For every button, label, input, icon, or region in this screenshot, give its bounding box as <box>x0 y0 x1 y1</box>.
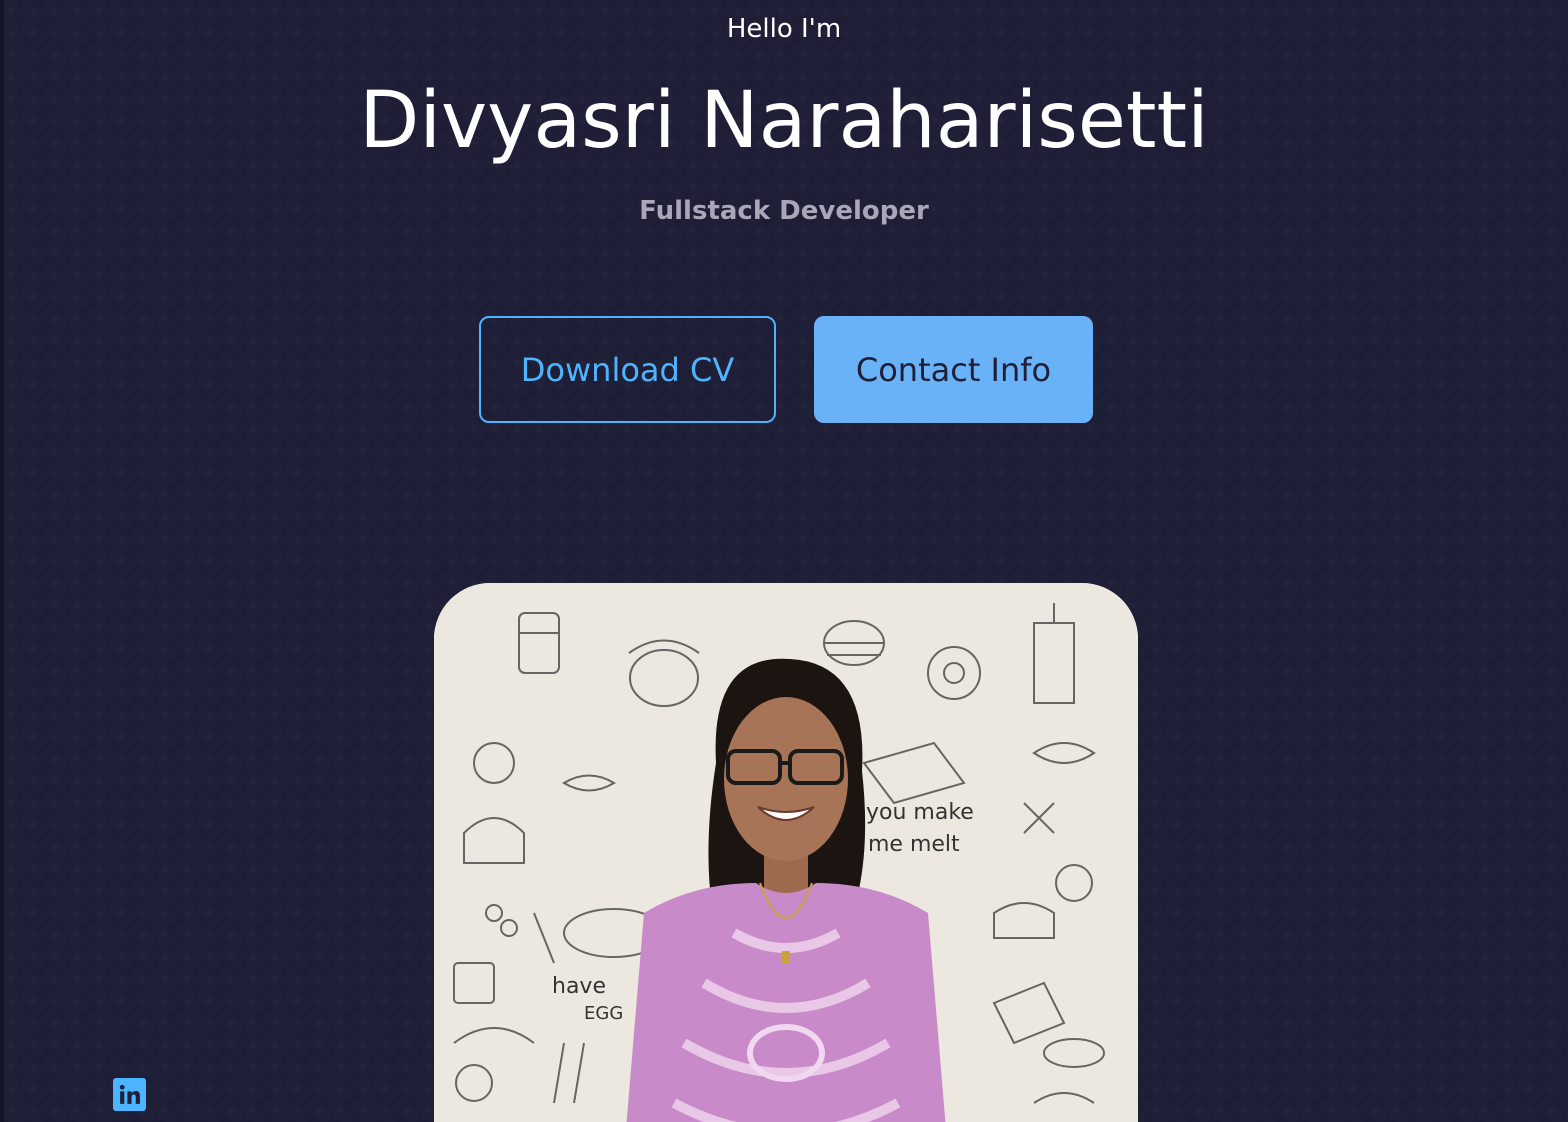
wall-text-4: EGG <box>584 1003 623 1024</box>
linkedin-glyph-icon <box>119 1084 140 1104</box>
wall-text-2: me melt <box>868 832 960 857</box>
person-name: Divyasri Naraharisetti <box>359 76 1209 166</box>
page-edge <box>0 0 4 1122</box>
wall-text-3: have <box>552 974 606 999</box>
role-title: Fullstack Developer <box>639 196 929 226</box>
contact-info-button[interactable]: Contact Info <box>814 316 1093 423</box>
linkedin-icon[interactable] <box>113 1078 146 1111</box>
wall-text-1: you make <box>866 800 974 825</box>
profile-photo: you make me melt have EGG <box>434 583 1138 1122</box>
greeting-text: Hello I'm <box>726 14 842 44</box>
download-cv-button[interactable]: Download CV <box>479 316 776 423</box>
